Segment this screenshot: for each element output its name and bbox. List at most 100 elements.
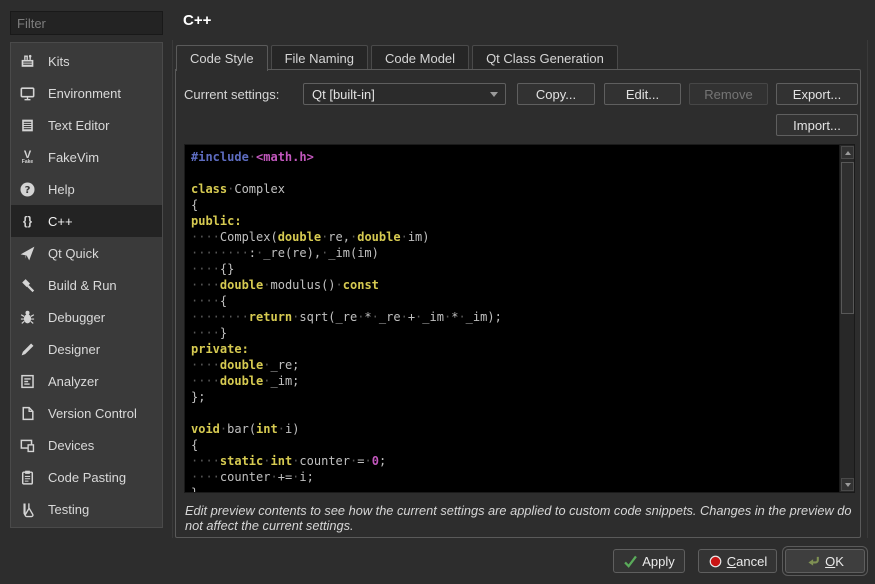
code-line bbox=[191, 405, 839, 421]
cancel-button-label: Cancel bbox=[727, 554, 767, 569]
code-line bbox=[191, 165, 839, 181]
sidebar-item-version-control[interactable]: Version Control bbox=[11, 397, 162, 429]
code-line: { bbox=[191, 437, 839, 453]
code-line: #include·<math.h> bbox=[191, 149, 839, 165]
code-line: ····static·int·counter·=·0; bbox=[191, 453, 839, 469]
code-line: ····Complex(double·re,·double·im) bbox=[191, 229, 839, 245]
devices-icon bbox=[19, 437, 36, 454]
page-title: C++ bbox=[183, 12, 211, 29]
sidebar-item-c[interactable]: {} C++ bbox=[11, 205, 162, 237]
code-style-panel: Current settings: Qt [built-in] Copy... … bbox=[175, 69, 861, 538]
apply-button-label: Apply bbox=[642, 554, 675, 569]
sidebar-item-qt-quick[interactable]: Qt Quick bbox=[11, 237, 162, 269]
sidebar-item-label: C++ bbox=[48, 214, 73, 229]
code-line: ········return·sqrt(_re·*·_re·+·_im·*·_i… bbox=[191, 309, 839, 325]
tab-file-naming[interactable]: File Naming bbox=[271, 45, 368, 70]
sidebar-item-label: Devices bbox=[48, 438, 94, 453]
code-preview-editor[interactable]: #include·<math.h> class·Complex{public:·… bbox=[185, 145, 839, 492]
preview-note: Edit preview contents to see how the cur… bbox=[185, 503, 853, 533]
return-arrow-icon bbox=[806, 554, 821, 569]
code-line: ········:·_re(re),·_im(im) bbox=[191, 245, 839, 261]
monitor-icon bbox=[19, 85, 36, 102]
vertical-scrollbar[interactable] bbox=[839, 145, 854, 492]
current-settings-label: Current settings: bbox=[184, 87, 279, 102]
code-line: ····double·modulus()·const bbox=[191, 277, 839, 293]
code-line: ····} bbox=[191, 325, 839, 341]
import-button[interactable]: Import... bbox=[776, 114, 858, 136]
sidebar-item-designer[interactable]: Designer bbox=[11, 333, 162, 365]
code-line: }; bbox=[191, 389, 839, 405]
sidebar-item-fakevim[interactable]: VFake FakeVim bbox=[11, 141, 162, 173]
code-line: void·bar(int·i) bbox=[191, 421, 839, 437]
file-fold-icon bbox=[19, 405, 36, 422]
sidebar-item-label: Build & Run bbox=[48, 278, 117, 293]
flask-icon bbox=[19, 501, 36, 518]
sidebar-item-label: Code Pasting bbox=[48, 470, 126, 485]
help-icon: ? bbox=[19, 181, 36, 198]
sidebar-item-label: Designer bbox=[48, 342, 100, 357]
scrollbar-thumb[interactable] bbox=[841, 162, 854, 314]
sidebar-item-label: Version Control bbox=[48, 406, 137, 421]
sidebar-item-build-run[interactable]: Build & Run bbox=[11, 269, 162, 301]
remove-button: Remove bbox=[689, 83, 768, 105]
document-lines-icon bbox=[19, 117, 36, 134]
red-circle-icon bbox=[708, 554, 723, 569]
code-line: ····double·_im; bbox=[191, 373, 839, 389]
sidebar-item-label: Environment bbox=[48, 86, 121, 101]
copy-button[interactable]: Copy... bbox=[517, 83, 595, 105]
sidebar-item-label: Help bbox=[48, 182, 75, 197]
ok-button[interactable]: OK bbox=[785, 549, 865, 573]
sidebar-item-label: Kits bbox=[48, 54, 70, 69]
sidebar-item-environment[interactable]: Environment bbox=[11, 77, 162, 109]
pencil-icon bbox=[19, 341, 36, 358]
check-icon bbox=[623, 554, 638, 569]
sidebar-item-kits[interactable]: Kits bbox=[11, 45, 162, 77]
code-line: private: bbox=[191, 341, 839, 357]
fakevim-icon: VFake bbox=[19, 149, 36, 166]
code-line: } bbox=[191, 485, 839, 492]
tab-code-model[interactable]: Code Model bbox=[371, 45, 469, 70]
triangle-down-icon bbox=[845, 483, 851, 487]
braces-icon: {} bbox=[19, 213, 36, 230]
sidebar-item-label: Analyzer bbox=[48, 374, 99, 389]
sidebar-item-analyzer[interactable]: Analyzer bbox=[11, 365, 162, 397]
hammer-icon bbox=[19, 277, 36, 294]
clipboard-icon bbox=[19, 469, 36, 486]
apply-button[interactable]: Apply bbox=[613, 549, 685, 573]
settings-combobox-value: Qt [built-in] bbox=[312, 87, 375, 102]
code-line: { bbox=[191, 197, 839, 213]
code-line: public: bbox=[191, 213, 839, 229]
scroll-up-button[interactable] bbox=[841, 146, 854, 159]
analyzer-icon bbox=[19, 373, 36, 390]
code-line: ····counter·+=·i; bbox=[191, 469, 839, 485]
code-line: ····{ bbox=[191, 293, 839, 309]
sidebar-item-help[interactable]: ? Help bbox=[11, 173, 162, 205]
code-line: ····{} bbox=[191, 261, 839, 277]
sidebar-item-label: Testing bbox=[48, 502, 89, 517]
sidebar-item-debugger[interactable]: Debugger bbox=[11, 301, 162, 333]
ok-button-label: OK bbox=[825, 554, 844, 569]
sidebar-item-label: Text Editor bbox=[48, 118, 109, 133]
kits-icon bbox=[19, 53, 36, 70]
tab-qt-class-generation[interactable]: Qt Class Generation bbox=[472, 45, 618, 70]
chevron-down-icon bbox=[490, 92, 498, 97]
cancel-button[interactable]: Cancel bbox=[698, 549, 777, 573]
sidebar-item-label: FakeVim bbox=[48, 150, 99, 165]
sidebar-item-testing[interactable]: Testing bbox=[11, 493, 162, 525]
svg-text:?: ? bbox=[25, 185, 31, 196]
tab-code-style[interactable]: Code Style bbox=[176, 45, 268, 71]
triangle-up-icon bbox=[845, 151, 851, 155]
export-button[interactable]: Export... bbox=[776, 83, 858, 105]
scroll-down-button[interactable] bbox=[841, 478, 854, 491]
tab-bar: Code StyleFile NamingCode ModelQt Class … bbox=[176, 45, 621, 70]
settings-combobox[interactable]: Qt [built-in] bbox=[303, 83, 506, 105]
code-line: ····double·_re; bbox=[191, 357, 839, 373]
sidebar-item-label: Debugger bbox=[48, 310, 105, 325]
sidebar-item-code-pasting[interactable]: Code Pasting bbox=[11, 461, 162, 493]
bug-icon bbox=[19, 309, 36, 326]
edit-button[interactable]: Edit... bbox=[604, 83, 681, 105]
code-line: class·Complex bbox=[191, 181, 839, 197]
sidebar-item-devices[interactable]: Devices bbox=[11, 429, 162, 461]
filter-input[interactable] bbox=[10, 11, 163, 35]
sidebar-item-text-editor[interactable]: Text Editor bbox=[11, 109, 162, 141]
